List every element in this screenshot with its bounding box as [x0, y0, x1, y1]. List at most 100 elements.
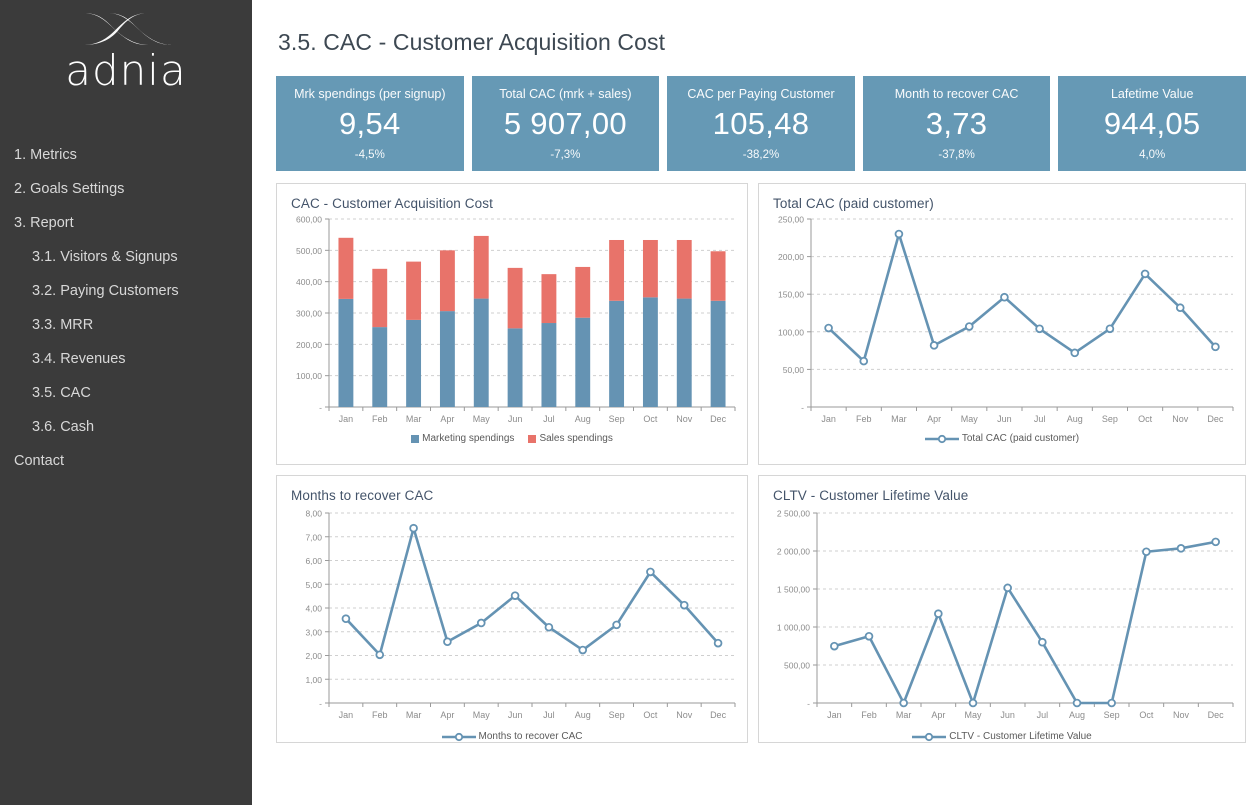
brand-name: adnia	[65, 46, 187, 95]
svg-text:200,00: 200,00	[778, 252, 804, 262]
svg-text:Feb: Feb	[372, 710, 388, 720]
svg-text:Nov: Nov	[1173, 710, 1190, 720]
sidebar-item-contact[interactable]: Contact	[0, 444, 252, 478]
svg-text:600,00: 600,00	[296, 215, 322, 225]
svg-text:3,00: 3,00	[305, 627, 322, 637]
sidebar-item-visitors-signups[interactable]: 3.1. Visitors & Signups	[0, 240, 252, 274]
svg-text:Jan: Jan	[821, 414, 836, 424]
svg-text:2 000,00: 2 000,00	[777, 547, 810, 557]
kpi-card-row: Mrk spendings (per signup) 9,54 -4,5% To…	[276, 76, 1246, 171]
page-title: 3.5. CAC - Customer Acquisition Cost	[278, 29, 666, 55]
svg-text:Feb: Feb	[856, 414, 872, 424]
svg-text:2 500,00: 2 500,00	[777, 509, 810, 519]
svg-text:Jan: Jan	[827, 710, 842, 720]
svg-text:100,00: 100,00	[296, 371, 322, 381]
kpi-label: Lafetime Value	[1110, 87, 1194, 101]
chart-title: CAC - Customer Acquisition Cost	[291, 196, 493, 211]
svg-text:6,00: 6,00	[305, 556, 322, 566]
svg-text:200,00: 200,00	[296, 340, 322, 350]
svg-text:Sep: Sep	[609, 710, 625, 720]
chart-plot-area: - 100,00 200,00 300,00 400,00 500,00 600,00 Jan…	[277, 211, 747, 433]
sidebar-item-cac[interactable]: 3.5. CAC	[0, 376, 252, 410]
sidebar-item-paying-customers[interactable]: 3.2. Paying Customers	[0, 274, 252, 308]
kpi-label: Total CAC (mrk + sales)	[499, 87, 632, 101]
kpi-card-total-cac[interactable]: Total CAC (mrk + sales) 5 907,00 -7,3%	[471, 76, 660, 171]
sidebar-item-metrics[interactable]: 1. Metrics	[0, 138, 252, 172]
legend-item[interactable]: Sales spendings	[528, 433, 613, 444]
svg-text:Jul: Jul	[543, 414, 555, 424]
legend-line-marker-icon	[912, 732, 947, 742]
legend-item[interactable]: Total CAC (paid customer)	[924, 433, 1079, 444]
svg-text:-: -	[801, 403, 804, 413]
svg-text:Aug: Aug	[575, 710, 591, 720]
sidebar-item-cash[interactable]: 3.6. Cash	[0, 410, 252, 444]
svg-text:Jun: Jun	[997, 414, 1012, 424]
legend-item[interactable]: Months to recover CAC	[441, 731, 582, 742]
dashboard-root: adnia 1. Metrics 2. Goals Settings 3. Re…	[0, 0, 1258, 805]
svg-text:Apr: Apr	[931, 710, 945, 720]
svg-text:-: -	[319, 403, 322, 413]
legend-swatch-icon	[528, 434, 537, 443]
svg-text:Mar: Mar	[406, 710, 422, 720]
kpi-card-lifetime-value[interactable]: Lafetime Value 944,05 4,0%	[1058, 76, 1246, 171]
legend-item[interactable]: Marketing spendings	[411, 433, 514, 444]
svg-text:Sep: Sep	[1102, 414, 1118, 424]
chart-legend: CLTV - Customer Lifetime Value	[759, 731, 1245, 742]
legend-item[interactable]: CLTV - Customer Lifetime Value	[912, 731, 1092, 742]
chart-title: CLTV - Customer Lifetime Value	[773, 488, 969, 503]
svg-text:1 500,00: 1 500,00	[777, 585, 810, 595]
svg-text:-: -	[319, 699, 322, 709]
sidebar-nav: 1. Metrics 2. Goals Settings 3. Report 3…	[0, 138, 252, 478]
chart-panel-cac-stacked: CAC - Customer Acquisition Cost - 100,00 2…	[276, 183, 748, 465]
svg-text:Jan: Jan	[339, 710, 354, 720]
svg-text:500,00: 500,00	[296, 246, 322, 256]
sidebar-item-mrr[interactable]: 3.3. MRR	[0, 308, 252, 342]
svg-text:Oct: Oct	[1139, 710, 1154, 720]
kpi-value: 5 907,00	[503, 106, 627, 141]
svg-text:Apr: Apr	[440, 414, 454, 424]
svg-text:Aug: Aug	[575, 414, 591, 424]
svg-text:Dec: Dec	[1207, 414, 1224, 424]
chart-panel-months-to-recover-cac: Months to recover CAC - 1,00 2,00 3,00 4,00 5…	[276, 475, 748, 743]
legend-swatch-icon	[411, 434, 420, 443]
sidebar-item-revenues[interactable]: 3.4. Revenues	[0, 342, 252, 376]
svg-text:Oct: Oct	[1138, 414, 1153, 424]
sidebar-item-goals-settings[interactable]: 2. Goals Settings	[0, 172, 252, 206]
kpi-label: Mrk spendings (per signup)	[294, 87, 446, 101]
sidebar-item-report[interactable]: 3. Report	[0, 206, 252, 240]
kpi-delta: -38,2%	[742, 149, 780, 161]
kpi-delta: -4,5%	[354, 149, 385, 161]
svg-text:50,00: 50,00	[783, 365, 805, 375]
chart-legend: Total CAC (paid customer)	[759, 433, 1245, 444]
kpi-card-month-to-recover-cac[interactable]: Month to recover CAC 3,73 -37,8%	[862, 76, 1051, 171]
kpi-value: 9,54	[339, 106, 401, 141]
svg-text:Apr: Apr	[440, 710, 454, 720]
kpi-card-mrk-spendings[interactable]: Mrk spendings (per signup) 9,54 -4,5%	[276, 76, 464, 171]
svg-text:7,00: 7,00	[305, 532, 322, 542]
svg-text:Oct: Oct	[643, 710, 658, 720]
svg-text:May: May	[473, 710, 491, 720]
svg-text:Mar: Mar	[406, 414, 422, 424]
chart-legend: Months to recover CAC	[277, 731, 747, 742]
svg-text:300,00: 300,00	[296, 309, 322, 319]
kpi-card-cac-per-paying-customer[interactable]: CAC per Paying Customer 105,48 -38,2%	[667, 76, 855, 171]
chart-legend: Marketing spendings Sales spendings	[277, 433, 747, 444]
svg-text:Oct: Oct	[643, 414, 658, 424]
legend-line-marker-icon	[441, 732, 476, 742]
svg-text:-: -	[807, 699, 810, 709]
kpi-label: CAC per Paying Customer	[687, 87, 835, 101]
svg-text:500,00: 500,00	[784, 661, 810, 671]
svg-text:Dec: Dec	[710, 414, 727, 424]
svg-text:Jun: Jun	[508, 710, 523, 720]
svg-text:Mar: Mar	[891, 414, 907, 424]
svg-text:400,00: 400,00	[296, 277, 322, 287]
svg-text:May: May	[964, 710, 982, 720]
legend-label: CLTV - Customer Lifetime Value	[949, 731, 1092, 742]
brand-logo[interactable]: adnia	[0, 0, 252, 94]
svg-text:100,00: 100,00	[778, 327, 804, 337]
svg-text:Jul: Jul	[543, 710, 555, 720]
kpi-delta: -37,8%	[938, 149, 975, 161]
svg-text:May: May	[473, 414, 491, 424]
svg-text:2,00: 2,00	[305, 651, 322, 661]
svg-text:4,00: 4,00	[305, 604, 322, 614]
